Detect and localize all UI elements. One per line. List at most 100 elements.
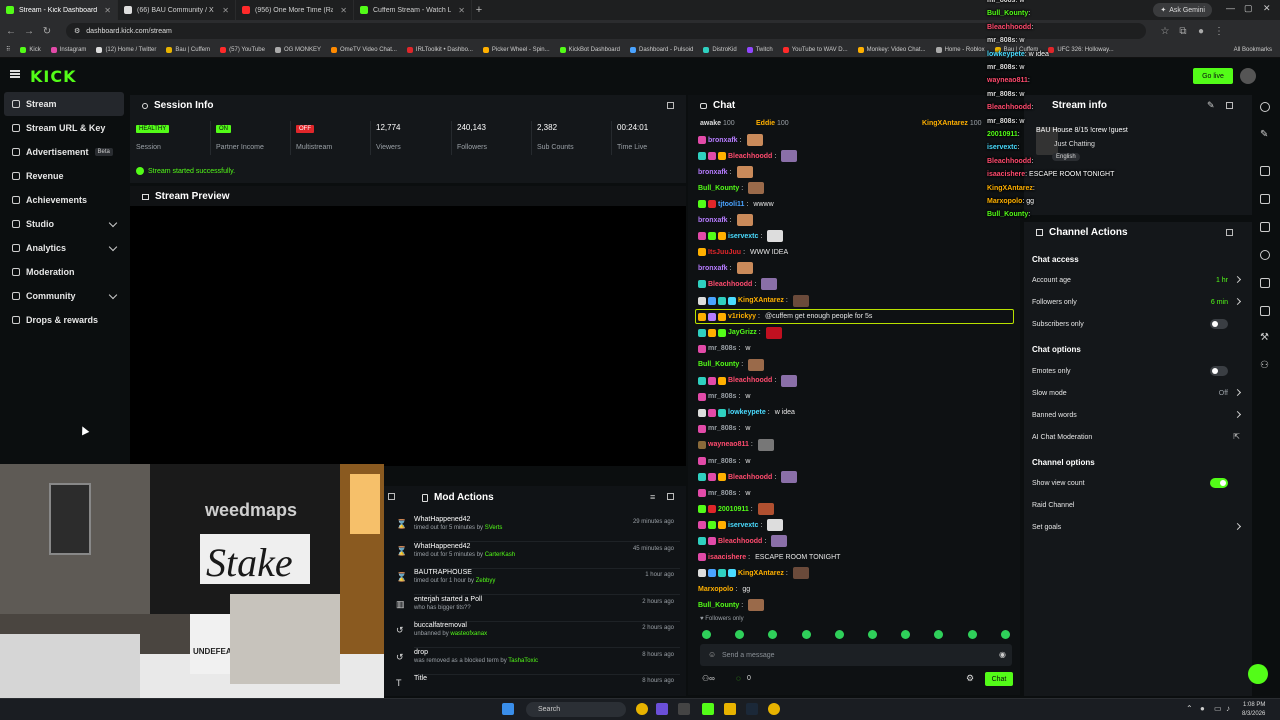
quick-emote-icon[interactable] [901, 630, 911, 639]
followers-only-row[interactable]: Followers only 6 min [1032, 293, 1242, 311]
chat-username[interactable]: KingXAntarez [738, 570, 784, 577]
mod-action-moderator[interactable]: TashaToxic [508, 658, 538, 664]
reload-icon[interactable]: ↻ [40, 26, 54, 37]
bookmark-item[interactable]: UFC 326: Holloway... [1048, 46, 1114, 53]
all-bookmarks-link[interactable]: All Bookmarks [1234, 47, 1272, 53]
chat-username[interactable]: v1rickyy [728, 313, 756, 320]
bookmark-item[interactable]: Home - Roblox [935, 46, 985, 53]
chat-username[interactable]: Bull_Kounty [698, 185, 739, 192]
mod-action-row[interactable]: ⌛ WhatHappened42 timed out for 5 minutes b… [396, 543, 680, 569]
url-input[interactable]: ⚙ dashboard.kick.com/stream [66, 23, 1146, 39]
quick-emote-icon[interactable] [934, 630, 944, 639]
ai-moderation-row[interactable]: AI Chat Moderation ⇱ [1032, 428, 1242, 446]
profile-icon[interactable]: ● [1194, 26, 1208, 37]
chat-username[interactable]: lowkeypete [728, 409, 766, 416]
popout-icon[interactable] [667, 102, 674, 109]
mod-action-row[interactable]: ⌛ BAUTRAPHOUSE timed out for 1 hour by Zeb… [396, 569, 680, 595]
chat-username[interactable]: ItsJuuJuu [708, 249, 741, 256]
chat-username[interactable]: Bull_Kounty [698, 602, 739, 609]
chat-message[interactable]: ItsJuuJuu: WWW IDEA [698, 245, 788, 259]
chat-message[interactable]: tjtooli11: wwww [698, 197, 774, 211]
volume-icon[interactable]: ♪ [1226, 704, 1230, 713]
sidebar-item-stream[interactable]: Stream [4, 92, 124, 116]
bookmark-item[interactable]: YouTube to WAV D... [782, 46, 848, 53]
popout-icon[interactable] [1226, 229, 1233, 236]
chat-icon[interactable] [1260, 250, 1270, 260]
chat-message[interactable]: KingXAntarez: [698, 566, 809, 580]
quick-emote-icon[interactable] [834, 630, 844, 639]
chat-username[interactable]: Marxopolo [698, 586, 733, 593]
set-goals-row[interactable]: Set goals [1032, 518, 1242, 536]
mod-action-row[interactable]: ↺ buccalfatremoval unbanned by wasteofxana… [396, 622, 680, 648]
list-icon[interactable] [1260, 306, 1270, 316]
bookmark-star-icon[interactable]: ☆ [1158, 26, 1172, 37]
chrome-icon-2[interactable] [768, 703, 780, 715]
back-icon[interactable]: ← [4, 26, 18, 37]
browser-tab[interactable]: Stream - Kick Dashboard ✕ [0, 0, 118, 20]
mod-action-row[interactable]: ⌛ WhatHappened42 timed out for 5 minutes b… [396, 516, 680, 542]
chat-message[interactable]: isaacishere: ESCAPE ROOM TONIGHT [698, 550, 840, 564]
chat-message[interactable]: wayneao811: [698, 438, 774, 452]
apps-icon[interactable]: ⠿ [6, 46, 10, 53]
chat-message[interactable]: bronxafk: [698, 165, 753, 179]
chat-username[interactable]: Bleachhoodd [718, 538, 762, 545]
sidebar-item-advertisement[interactable]: Advertisement Beta [0, 140, 128, 164]
bookmark-item[interactable]: Dashboard - Pulsoid [629, 46, 693, 53]
chat-message[interactable]: mr_808s: w [698, 454, 750, 468]
emoji-icon[interactable]: ☺ [708, 650, 716, 659]
discord-icon[interactable] [656, 703, 668, 715]
chat-input[interactable]: ☺ Send a message ◉ [700, 644, 1012, 666]
bookmark-item[interactable]: DistroKid [703, 46, 737, 53]
chat-message[interactable]: Bleachhoodd: [698, 149, 798, 163]
chat-message[interactable]: KingXAntarez: [698, 294, 809, 308]
mod-action-moderator[interactable]: CarterKash [485, 552, 515, 558]
tab-close-icon[interactable]: ✕ [104, 6, 111, 15]
account-age-row[interactable]: Account age 1 hr [1032, 271, 1242, 289]
mod-action-moderator[interactable]: SVerts [485, 525, 503, 531]
close-window-icon[interactable]: ✕ [1263, 3, 1271, 14]
chat-username[interactable]: tjtooli11 [718, 201, 744, 208]
sidebar-item-revenue[interactable]: Revenue [0, 164, 128, 188]
bookmark-item[interactable]: Bau | Cuffem [166, 46, 210, 53]
quick-emote-icon[interactable] [1000, 630, 1010, 639]
chat-username[interactable]: mr_808s [708, 393, 736, 400]
chat-message[interactable]: Bleachhoodd: [698, 534, 788, 548]
bookmark-item[interactable]: Kick [20, 46, 41, 53]
quick-emote-icon[interactable] [801, 630, 811, 639]
pinned-gifter[interactable]: Eddie 100 [756, 120, 789, 127]
points-icon[interactable]: ⚇∞ [702, 674, 715, 683]
go-live-button[interactable]: Go live [1193, 68, 1233, 84]
taskbar-search[interactable]: Search [526, 702, 626, 717]
chat-message[interactable]: Bleachhoodd: [698, 470, 798, 484]
chat-message[interactable]: Bleachhoodd: [698, 374, 798, 388]
chat-username[interactable]: Bleachhoodd [728, 153, 772, 160]
app-icon[interactable] [678, 703, 690, 715]
chat-message[interactable]: 20010911: [698, 502, 774, 516]
banned-words-row[interactable]: Banned words [1032, 406, 1242, 424]
sidebar-item-achievements[interactable]: Achievements [0, 188, 128, 212]
steam-icon[interactable] [746, 703, 758, 715]
bookmark-item[interactable]: OmeTV Video Chat... [330, 46, 397, 53]
chat-username[interactable]: iservextc [728, 233, 758, 240]
chat-username[interactable]: mr_808s [708, 425, 736, 432]
chat-message[interactable]: lowkeypete: w idea [698, 406, 795, 420]
sidebar-item-studio[interactable]: Studio [0, 212, 128, 236]
hamburger-menu-icon[interactable] [10, 70, 20, 78]
subscribers-only-toggle[interactable] [1210, 319, 1228, 329]
quick-emote-icon[interactable] [967, 630, 977, 639]
chrome-icon[interactable] [636, 703, 648, 715]
chat-username[interactable]: bronxafk [698, 169, 728, 176]
emote-picker-icon[interactable]: ◉ [999, 650, 1006, 659]
sidebar-item-analytics[interactable]: Analytics [0, 236, 128, 260]
pinned-gifter[interactable]: KingXAntarez 100 [922, 120, 982, 127]
chat-username[interactable]: mr_808s [708, 490, 736, 497]
chat-username[interactable]: bronxafk [698, 217, 728, 224]
extensions-icon[interactable]: ⧉ [1176, 26, 1190, 37]
ask-gemini-button[interactable]: ✦ Ask Gemini [1153, 3, 1212, 17]
browser-tab[interactable]: Cuffem Stream - Watch Live on ✕ [354, 0, 472, 20]
chat-message[interactable]: Bleachhoodd: [698, 277, 778, 291]
sidebar-item-moderation[interactable]: Moderation [0, 260, 128, 284]
chat-username[interactable]: Bleachhoodd [728, 377, 772, 384]
mic-icon[interactable]: ● [1200, 704, 1205, 713]
mod-action-row[interactable]: ↺ drop was removed as a blocked term by Ta… [396, 649, 680, 675]
